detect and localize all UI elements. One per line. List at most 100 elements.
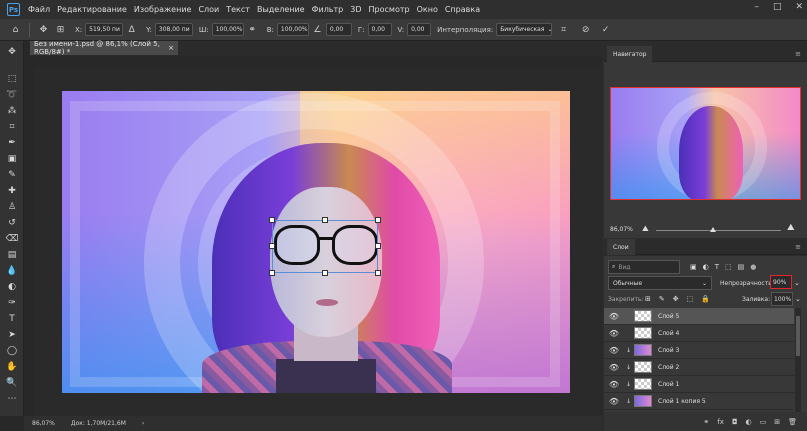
vskew-field[interactable]: 0,00 (407, 23, 432, 36)
pen-icon[interactable]: ✑ (5, 297, 19, 309)
layer-filter-select[interactable]: ⌕ Вид (608, 260, 680, 274)
gradient-icon[interactable]: ▤ (5, 249, 19, 261)
magic-wand-icon[interactable]: ⁂ (5, 105, 19, 117)
transform-handle-left[interactable] (269, 243, 275, 249)
transform-handle-bottom[interactable] (322, 270, 328, 276)
navigator-thumbnail[interactable] (610, 87, 801, 200)
lock-position-icon[interactable]: ✥ (673, 295, 679, 303)
layer-row[interactable]: 👁 ↓ Слой 2 (604, 359, 794, 376)
cancel-transform-icon[interactable]: ⊘ (580, 24, 591, 35)
home-icon[interactable]: ⌂ (10, 24, 21, 35)
healing-brush-icon[interactable]: ✚ (5, 185, 19, 197)
path-selection-icon[interactable]: ➤ (5, 329, 19, 341)
layer-style-icon[interactable]: fx (717, 418, 724, 426)
transform-handle-bottom-left[interactable] (269, 270, 275, 276)
layers-scrollbar-thumb[interactable] (796, 316, 800, 356)
layer-name[interactable]: Слой 2 (658, 364, 679, 371)
close-tab-icon[interactable]: × (168, 44, 174, 52)
hand-icon[interactable]: ✋ (5, 361, 19, 373)
menu-help[interactable]: Справка (445, 5, 480, 14)
layer-name[interactable]: Слой 3 (658, 347, 679, 354)
filter-type-icon[interactable]: T (715, 263, 719, 271)
fill-field[interactable]: 100% (771, 292, 793, 306)
opacity-field[interactable]: 90% (770, 275, 792, 289)
new-layer-icon[interactable]: ⊞ (774, 418, 780, 426)
transform-handle-top[interactable] (322, 217, 328, 223)
stamp-icon[interactable]: ♙ (5, 201, 19, 213)
new-group-icon[interactable]: ▭ (760, 418, 767, 426)
minimize-button[interactable]: – (754, 2, 759, 12)
reference-point-icon[interactable]: ⊞ (55, 24, 66, 35)
width-field[interactable]: 100,00% (211, 23, 244, 36)
navigator-zoom-slider-thumb[interactable] (710, 227, 716, 232)
transform-handle-bottom-right[interactable] (375, 270, 381, 276)
layer-row[interactable]: 👁 ↓ Слой 1 копия 5 (604, 393, 794, 410)
warp-icon[interactable]: ⌗ (558, 24, 569, 35)
frame-tool-icon[interactable]: ▣ (5, 153, 19, 165)
dodge-icon[interactable]: ◐ (5, 281, 19, 293)
menu-type[interactable]: Текст (226, 5, 250, 14)
menu-filter[interactable]: Фильтр (312, 5, 344, 14)
blur-icon[interactable]: 💧 (5, 265, 19, 277)
eyedropper-icon[interactable]: ✒ (5, 137, 19, 149)
menu-3d[interactable]: 3D (350, 5, 361, 14)
menu-image[interactable]: Изображение (134, 5, 192, 14)
interpolation-select[interactable]: Бикубическая ⌄ (496, 23, 552, 36)
menu-file[interactable]: Файл (28, 5, 50, 14)
zoom-out-icon[interactable]: ⛰ (642, 224, 649, 234)
visibility-eye-icon[interactable]: 👁 (608, 363, 620, 372)
hskew-field[interactable]: 0,00 (367, 23, 392, 36)
layer-name[interactable]: Слой 1 (658, 381, 679, 388)
lock-transparency-icon[interactable]: ⊞ (645, 295, 651, 303)
lock-all-icon[interactable]: 🔒 (701, 295, 710, 303)
visibility-eye-icon[interactable]: 👁 (608, 346, 620, 355)
visibility-eye-icon[interactable]: 👁 (608, 397, 620, 406)
document-tab[interactable]: Без имени-1.psd @ 86,1% (Слой 5, RGB/8#)… (30, 40, 178, 56)
lock-artboard-icon[interactable]: ⬚ (687, 295, 694, 303)
crop-icon[interactable]: ⌗ (5, 121, 19, 133)
layer-row[interactable]: 👁 Слой 4 (604, 325, 794, 342)
tab-navigator[interactable]: Навигатор (607, 46, 653, 62)
link-icon[interactable]: ⚭ (247, 24, 258, 35)
transform-handle-right[interactable] (375, 243, 381, 249)
chevron-down-icon[interactable]: ⌄ (795, 292, 801, 306)
link-layers-icon[interactable]: ⚭ (703, 418, 709, 426)
menu-view[interactable]: Просмотр (369, 5, 410, 14)
trash-icon[interactable]: 🗑 (788, 418, 797, 426)
move-tool-preset-icon[interactable]: ✥ (38, 24, 49, 35)
eraser-icon[interactable]: ⌫ (5, 233, 19, 245)
panel-menu-icon[interactable]: ≡ (795, 243, 801, 251)
angle-field[interactable]: 0,00 (325, 23, 352, 36)
maximize-button[interactable]: □ (773, 2, 782, 12)
filter-toggle-icon[interactable]: ● (750, 263, 756, 271)
adjustment-layer-icon[interactable]: ◐ (746, 418, 752, 426)
layer-name[interactable]: Слой 1 копия 5 (658, 398, 706, 405)
filter-adjustment-icon[interactable]: ◐ (703, 263, 709, 271)
menu-layers[interactable]: Слои (198, 5, 219, 14)
chevron-right-icon[interactable]: › (142, 420, 144, 427)
zoom-in-icon[interactable]: ⛰ (787, 223, 795, 233)
menu-window[interactable]: Окно (417, 5, 438, 14)
layer-row[interactable]: 👁 ↓ Слой 3 (604, 342, 794, 359)
y-field[interactable]: 308,00 пи (154, 23, 193, 36)
artwork-image[interactable] (62, 91, 570, 393)
chevron-down-icon[interactable]: ⌄ (794, 276, 800, 290)
layer-name[interactable]: Слой 5 (658, 313, 679, 320)
visibility-eye-icon[interactable]: 👁 (608, 380, 620, 389)
menu-select[interactable]: Выделение (257, 5, 305, 14)
status-zoom[interactable]: 86,07% (32, 420, 55, 427)
transform-bounding-box[interactable] (269, 217, 381, 276)
x-field[interactable]: 519,50 пи (85, 23, 124, 36)
height-field[interactable]: 100,00% (276, 23, 309, 36)
move-tool-icon[interactable]: ✥ (5, 46, 19, 58)
artboard-icon[interactable]: ⬚ (5, 73, 19, 85)
layer-row[interactable]: 👁 Слой 5 (604, 308, 794, 325)
ellipse-icon[interactable]: ◯ (5, 345, 19, 357)
filter-smart-object-icon[interactable]: ▤ (738, 263, 745, 271)
zoom-icon[interactable]: 🔍 (5, 377, 19, 389)
delta-icon[interactable]: Δ (126, 24, 137, 35)
more-tools-icon[interactable]: ⋯ (5, 393, 19, 405)
navigator-zoom-slider[interactable] (656, 230, 781, 231)
blend-mode-select[interactable]: Обычные ⌄ (608, 276, 712, 290)
layer-row[interactable]: 👁 ↓ Слой 1 (604, 376, 794, 393)
